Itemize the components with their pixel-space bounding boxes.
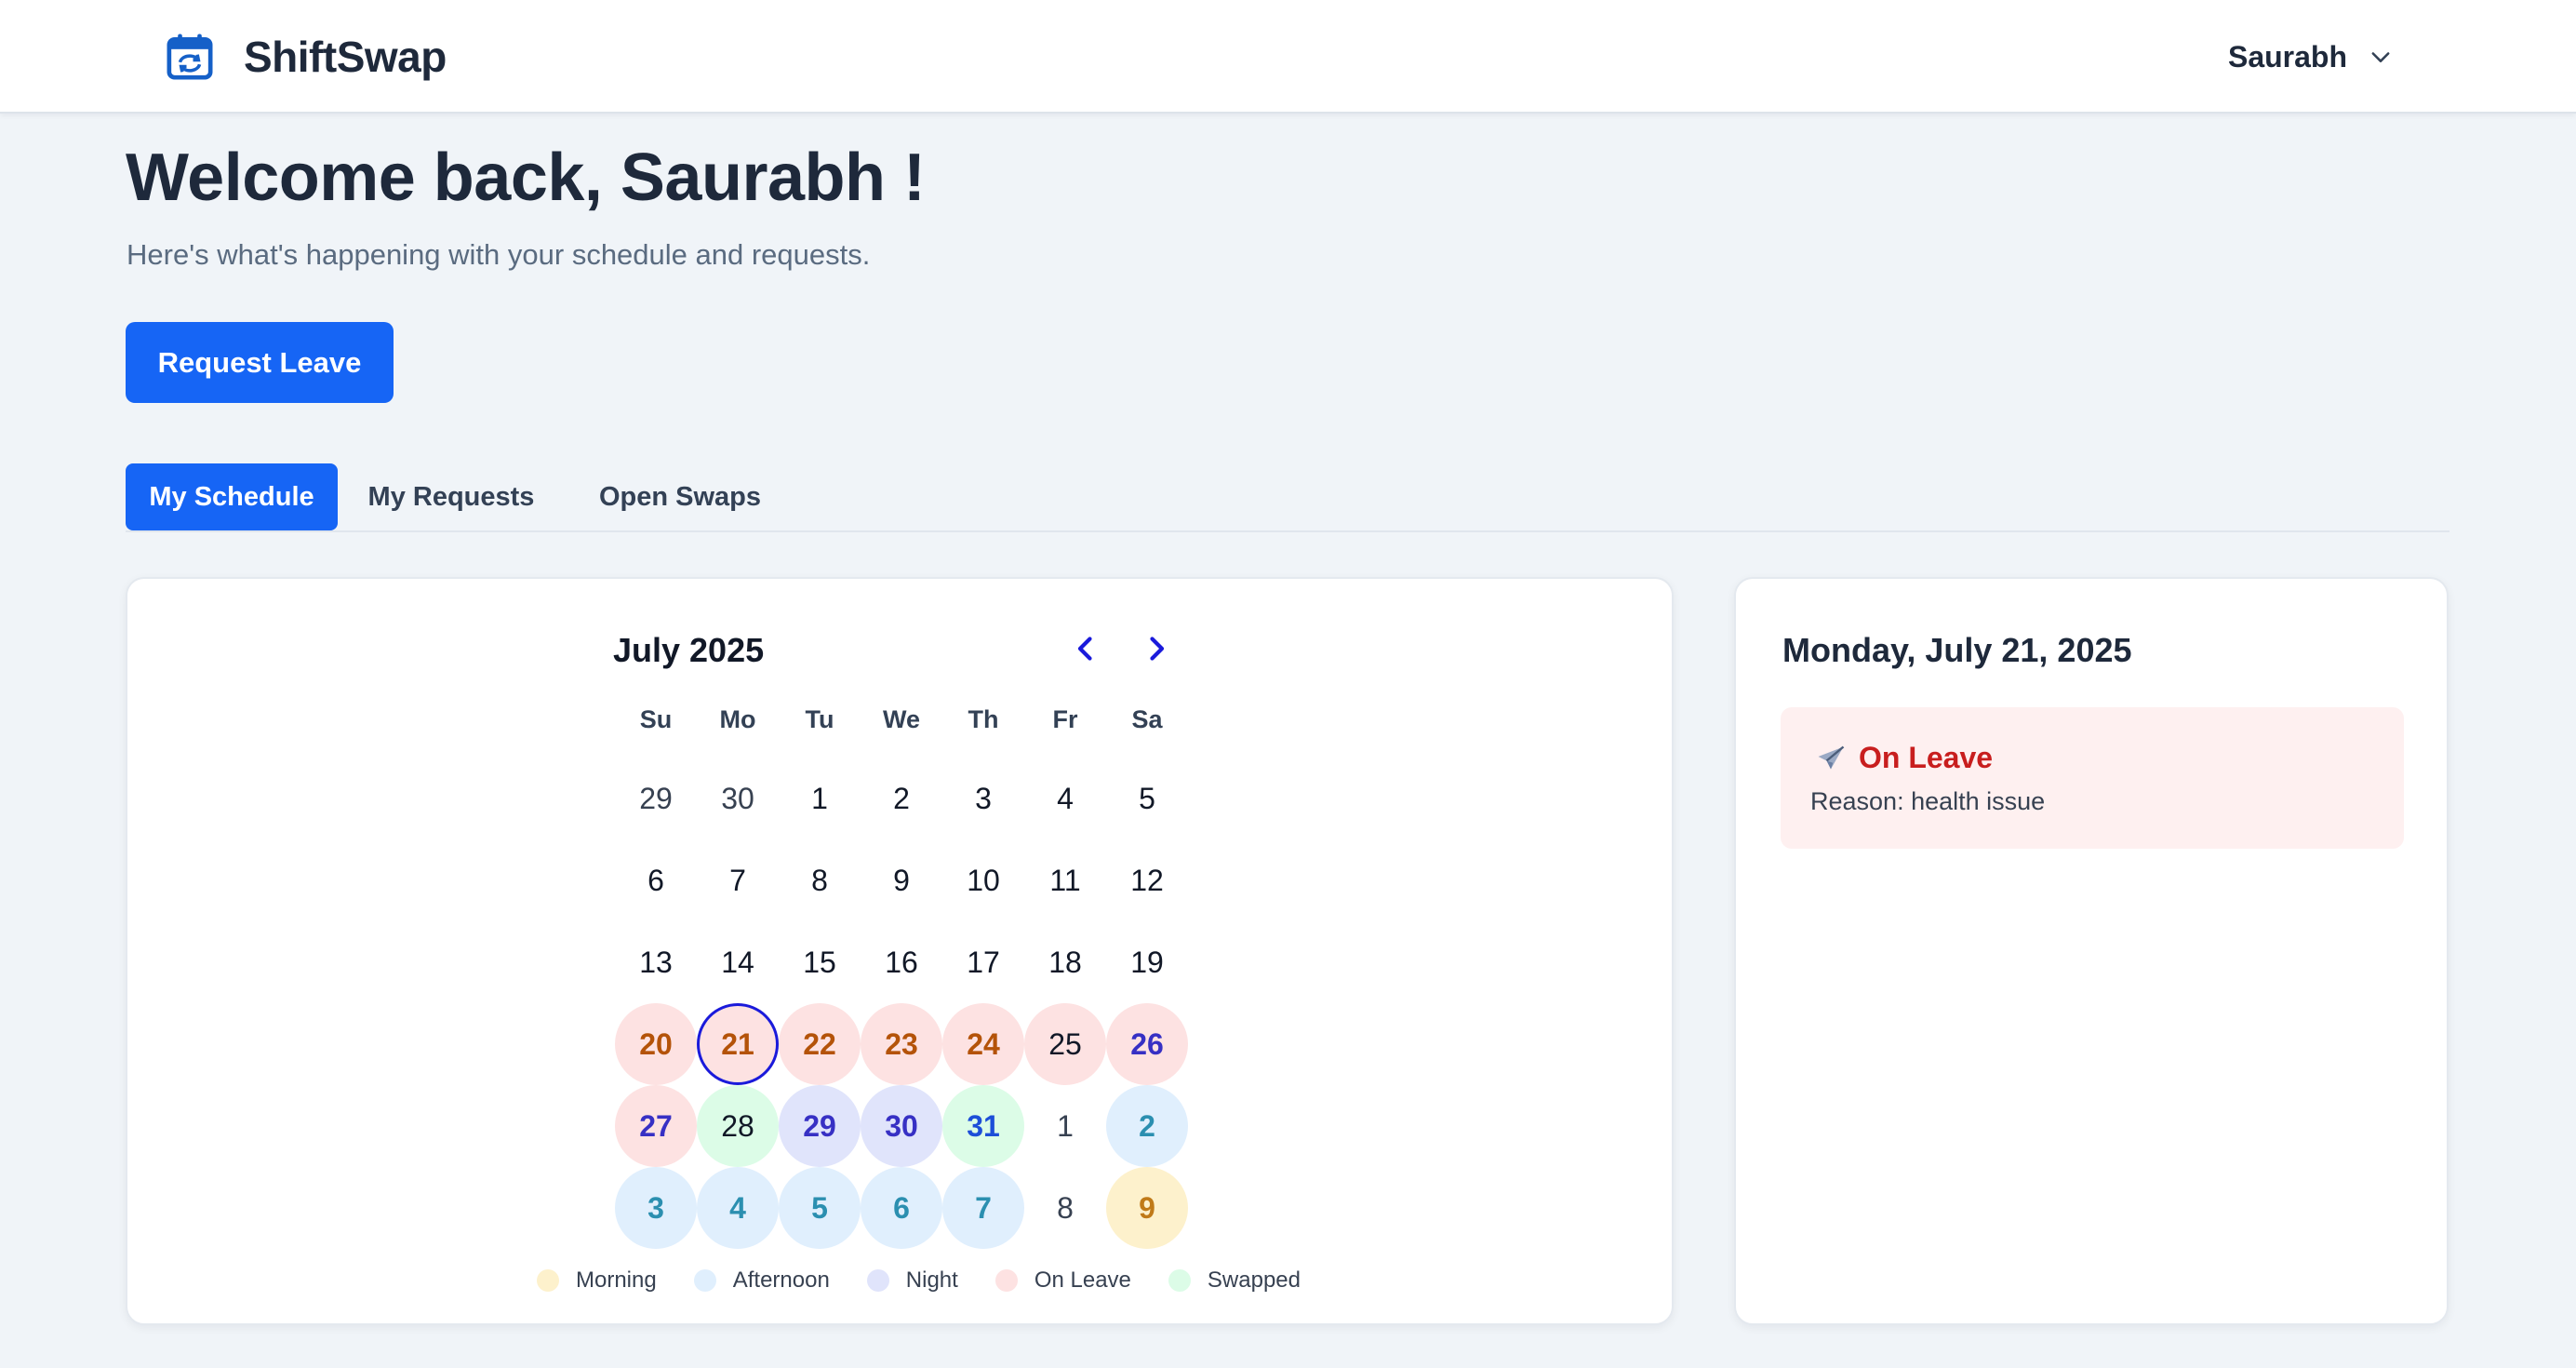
- calendar-day-grid: 29 30 1 2 3 4 5 6 7 8 9 10 11 12 13 14 15 16 17 18 19 20 21 22 2…: [615, 758, 1188, 1249]
- legend-swatch: [693, 1269, 716, 1292]
- calendar-day[interactable]: 2: [1106, 1085, 1188, 1167]
- weekday-label: Th: [968, 705, 999, 733]
- calendar-day[interactable]: 14: [697, 921, 779, 1003]
- calendar-day[interactable]: 6: [615, 839, 697, 921]
- leave-status-label: On Leave: [1859, 741, 1994, 774]
- calendar-day[interactable]: 2: [861, 758, 942, 839]
- leave-status-box: On Leave Reason: health issue: [1781, 707, 2404, 849]
- leave-reason: Reason: health issue: [1810, 787, 2046, 815]
- calendar-day[interactable]: 13: [615, 921, 697, 1003]
- calendar-day[interactable]: 16: [861, 921, 942, 1003]
- calendar-swap-icon: [167, 34, 213, 80]
- calendar-day[interactable]: 30: [697, 758, 779, 839]
- calendar-day[interactable]: 1: [1024, 1085, 1106, 1167]
- calendar-day[interactable]: 19: [1106, 921, 1188, 1003]
- calendar-day[interactable]: 29: [779, 1085, 861, 1167]
- calendar-day-selected[interactable]: 21: [697, 1003, 779, 1085]
- prev-month-button[interactable]: [1061, 624, 1111, 674]
- weekday-header: Su Mo Tu We Th Fr Sa: [615, 705, 1188, 743]
- calendar-day[interactable]: 17: [942, 921, 1024, 1003]
- calendar-day[interactable]: 12: [1106, 839, 1188, 921]
- request-leave-button[interactable]: Request Leave: [126, 322, 394, 403]
- user-menu[interactable]: Saurabh: [2228, 34, 2394, 80]
- selected-date-label: Monday, July 21, 2025: [1782, 631, 2132, 669]
- legend-swatch: [994, 1269, 1018, 1292]
- airplane-icon: [1818, 745, 1845, 770]
- calendar-day[interactable]: 5: [779, 1167, 861, 1249]
- weekday-label: Mo: [719, 705, 756, 733]
- legend-item: Morning: [537, 1267, 657, 1294]
- page-subtitle: Here's what's happening with your schedu…: [127, 238, 871, 271]
- weekday-label: Su: [639, 705, 673, 733]
- calendar-day[interactable]: 3: [615, 1167, 697, 1249]
- calendar-day[interactable]: 24: [942, 1003, 1024, 1085]
- calendar-day[interactable]: 11: [1024, 839, 1106, 921]
- day-detail-card: Monday, July 21, 2025 On Leave Reason: h…: [1734, 577, 2449, 1325]
- calendar-day[interactable]: 23: [861, 1003, 942, 1085]
- weekday-label: We: [882, 705, 920, 733]
- legend-label: Night: [905, 1267, 958, 1293]
- calendar-day[interactable]: 10: [942, 839, 1024, 921]
- calendar-day[interactable]: 28: [697, 1085, 779, 1167]
- weekday-label: Sa: [1131, 705, 1163, 733]
- calendar-day[interactable]: 3: [942, 758, 1024, 839]
- calendar-day[interactable]: 1: [779, 758, 861, 839]
- calendar-day[interactable]: 4: [697, 1167, 779, 1249]
- calendar-day[interactable]: 18: [1024, 921, 1106, 1003]
- legend-label: On Leave: [1034, 1267, 1131, 1293]
- calendar-day[interactable]: 26: [1106, 1003, 1188, 1085]
- calendar-day[interactable]: 15: [779, 921, 861, 1003]
- legend-item: Night: [866, 1267, 958, 1294]
- calendar-day[interactable]: 9: [861, 839, 942, 921]
- legend-label: Morning: [576, 1267, 657, 1293]
- calendar-day[interactable]: 9: [1106, 1167, 1188, 1249]
- tab-my-requests[interactable]: My Requests: [349, 463, 554, 530]
- calendar-day[interactable]: 5: [1106, 758, 1188, 839]
- app-name: ShiftSwap: [244, 33, 447, 81]
- legend-label: Afternoon: [732, 1267, 830, 1293]
- calendar-day[interactable]: 8: [1024, 1167, 1106, 1249]
- calendar-day[interactable]: 8: [779, 839, 861, 921]
- chevron-left-icon: [1077, 637, 1092, 661]
- calendar-month-label: July 2025: [613, 631, 765, 669]
- next-month-button[interactable]: [1131, 624, 1181, 674]
- legend-item: Afternoon: [693, 1267, 830, 1294]
- weekday-label: Tu: [805, 705, 834, 733]
- calendar-day[interactable]: 30: [861, 1085, 942, 1167]
- calendar-day[interactable]: 27: [615, 1085, 697, 1167]
- calendar-day[interactable]: 22: [779, 1003, 861, 1085]
- calendar-day[interactable]: 31: [942, 1085, 1024, 1167]
- legend-swatch: [1168, 1269, 1191, 1292]
- calendar-day[interactable]: 6: [861, 1167, 942, 1249]
- calendar-day[interactable]: 29: [615, 758, 697, 839]
- calendar-day[interactable]: 7: [942, 1167, 1024, 1249]
- page-title: Welcome back, Saurabh !: [126, 141, 926, 215]
- calendar-legend: Morning Afternoon Night On Leave Swapped: [537, 1262, 1338, 1299]
- calendar-day[interactable]: 25: [1024, 1003, 1106, 1085]
- user-name: Saurabh: [2227, 39, 2347, 74]
- chevron-right-icon: [1150, 637, 1165, 661]
- tab-open-swaps[interactable]: Open Swaps: [578, 463, 782, 530]
- legend-swatch: [537, 1269, 559, 1292]
- calendar-day[interactable]: 7: [697, 839, 779, 921]
- legend-swatch: [866, 1269, 889, 1292]
- calendar-day[interactable]: 4: [1024, 758, 1106, 839]
- calendar-card: July 2025 Su Mo Tu We Th Fr Sa 29 30 1 2 3 4 5…: [126, 577, 1674, 1325]
- tab-my-schedule[interactable]: My Schedule: [126, 463, 338, 530]
- tab-bar: My Schedule My Requests Open Swaps: [126, 463, 2449, 532]
- weekday-label: Fr: [1052, 705, 1078, 733]
- chevron-down-icon: [2371, 52, 2390, 62]
- legend-label: Swapped: [1207, 1267, 1301, 1293]
- legend-item: Swapped: [1168, 1267, 1301, 1294]
- top-navbar: ShiftSwap Saurabh: [0, 0, 2576, 114]
- legend-item: On Leave: [994, 1267, 1131, 1294]
- calendar-day[interactable]: 20: [615, 1003, 697, 1085]
- brand[interactable]: ShiftSwap: [164, 28, 447, 86]
